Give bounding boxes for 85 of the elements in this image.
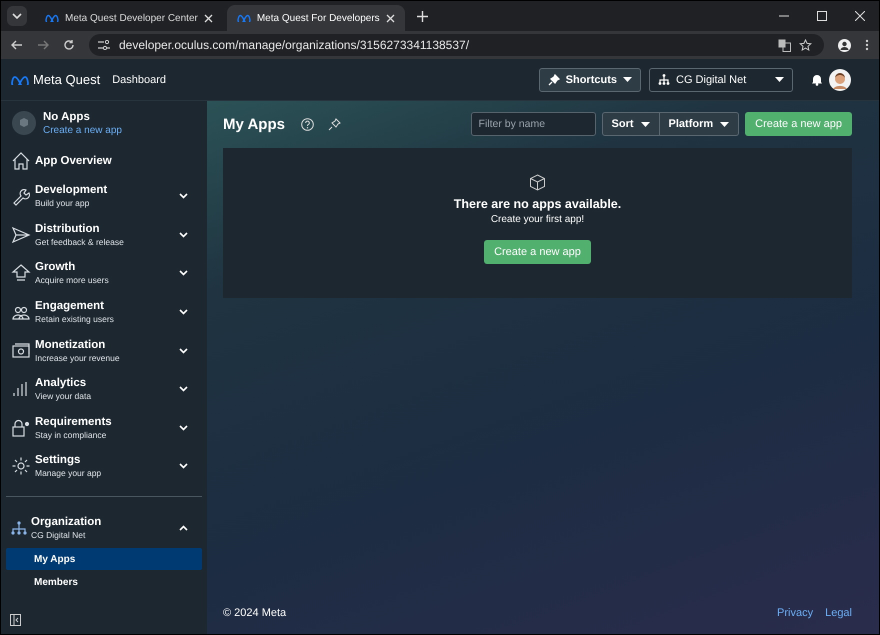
star-icon[interactable] — [799, 38, 812, 52]
nav-title: Engagement — [35, 300, 106, 312]
nav-title: Requirements — [35, 416, 113, 428]
logo-icon — [11, 74, 29, 84]
sub-nav-item[interactable]: Members — [6, 571, 202, 594]
nav-subtitle: CG Digital Net — [31, 530, 86, 540]
home-icon — [11, 151, 31, 171]
logo-icon — [236, 14, 251, 22]
hierarchy-icon — [658, 74, 670, 85]
nav-item[interactable]: App Overview — [6, 145, 202, 177]
dashboard-link[interactable]: Dashboard — [112, 74, 166, 86]
reload-icon[interactable] — [63, 39, 75, 51]
cube-icon — [529, 174, 546, 191]
help-icon[interactable] — [300, 118, 314, 130]
chevron-down-icon — [12, 13, 22, 19]
nav-title: Analytics — [35, 377, 88, 390]
nav-title: Development — [35, 184, 108, 196]
wrench-icon — [11, 186, 31, 206]
nav-title: Growth — [35, 261, 76, 274]
pin-icon — [548, 74, 560, 86]
nav-item[interactable]: Monetization Increase your revenue — [6, 331, 202, 370]
forward-icon[interactable] — [37, 39, 49, 51]
nav-subtitle: Acquire more users — [35, 275, 110, 286]
nav-title: Organization — [31, 516, 102, 528]
nav-title: Settings — [35, 454, 82, 466]
nav-subtitle: Get feedback & release — [35, 236, 125, 247]
filter-field[interactable]: Filter by name — [470, 112, 596, 136]
empty-heading: There are no apps available. — [454, 197, 622, 211]
pin-icon[interactable] — [328, 118, 341, 130]
browser-tab[interactable]: Meta Quest Developer Center — [35, 5, 223, 31]
site-settings-icon[interactable] — [97, 40, 111, 50]
send-icon — [11, 224, 31, 245]
brand-name: Meta Quest — [33, 72, 100, 87]
address-bar[interactable]: developer.oculus.com/manage/organizations/3156273341138537/ — [89, 34, 824, 56]
nav-subtitle: View your data — [35, 391, 92, 402]
back-icon[interactable] — [11, 39, 23, 51]
nav-item[interactable]: Requirements Stay in compliance — [6, 408, 202, 448]
shortcuts-button[interactable]: Shortcuts — [538, 68, 641, 92]
close-icon[interactable] — [855, 11, 865, 21]
sidebar-toggle-icon[interactable] — [10, 614, 21, 626]
browser-tab[interactable]: Meta Quest For Developers — [226, 5, 405, 31]
caret-icon — [623, 77, 632, 82]
nav-subtitle: Increase your revenue — [35, 352, 121, 363]
platform-dropdown[interactable]: Platform — [660, 112, 740, 136]
nav-item[interactable]: Growth Acquire more users — [6, 254, 202, 293]
copyright: © 2024 Meta — [223, 607, 286, 619]
organization-dropdown[interactable]: CG Digital Net — [649, 68, 793, 92]
nav-subtitle: Build your app — [35, 198, 90, 208]
tab-search-button[interactable] — [7, 6, 27, 26]
nav-subtitle: Manage your app — [35, 468, 102, 478]
nav-subtitle: Stay in compliance — [35, 430, 108, 440]
caret-icon — [720, 122, 730, 126]
hierarchy-icon — [11, 521, 27, 536]
footer-link[interactable]: Privacy — [777, 607, 814, 619]
caret-icon — [640, 122, 650, 126]
page-title: My Apps — [223, 116, 285, 132]
nav-title: App Overview — [35, 155, 113, 167]
cube-icon — [12, 111, 36, 135]
nav-item[interactable]: Development Build your app — [6, 177, 202, 216]
create-app-link[interactable]: Create a new app — [43, 124, 122, 136]
maximize-icon[interactable] — [817, 11, 827, 21]
sort-dropdown[interactable]: Sort — [602, 112, 660, 136]
caret-icon — [775, 77, 784, 82]
lock-icon — [11, 418, 31, 438]
sub-nav-item[interactable]: My Apps — [6, 548, 202, 570]
nav-title: Distribution — [35, 222, 101, 235]
nav-item[interactable]: Settings Manage your app — [6, 447, 202, 486]
bell-icon[interactable] — [811, 73, 823, 86]
close-icon[interactable] — [386, 14, 395, 22]
nav-item[interactable]: Analytics View your data — [6, 370, 202, 409]
nav-item[interactable]: Distribution Get feedback & release — [6, 216, 202, 254]
translate-icon[interactable] — [778, 38, 791, 52]
footer-link[interactable]: Legal — [825, 607, 852, 619]
app-name: No Apps — [43, 110, 91, 122]
profile-icon[interactable] — [838, 38, 851, 52]
empty-text: Create your first app! — [490, 214, 584, 225]
new-tab-icon[interactable] — [416, 10, 428, 22]
nav-item[interactable]: Engagement Retain existing users — [6, 292, 202, 332]
nav-title: Monetization — [35, 338, 106, 351]
logo-icon — [45, 14, 59, 22]
avatar[interactable] — [829, 68, 851, 90]
menu-icon[interactable] — [865, 39, 869, 51]
close-icon[interactable] — [204, 14, 213, 22]
organization-item[interactable]: Organization CG Digital Net — [6, 508, 202, 548]
nav-subtitle: Retain existing users — [35, 314, 115, 324]
